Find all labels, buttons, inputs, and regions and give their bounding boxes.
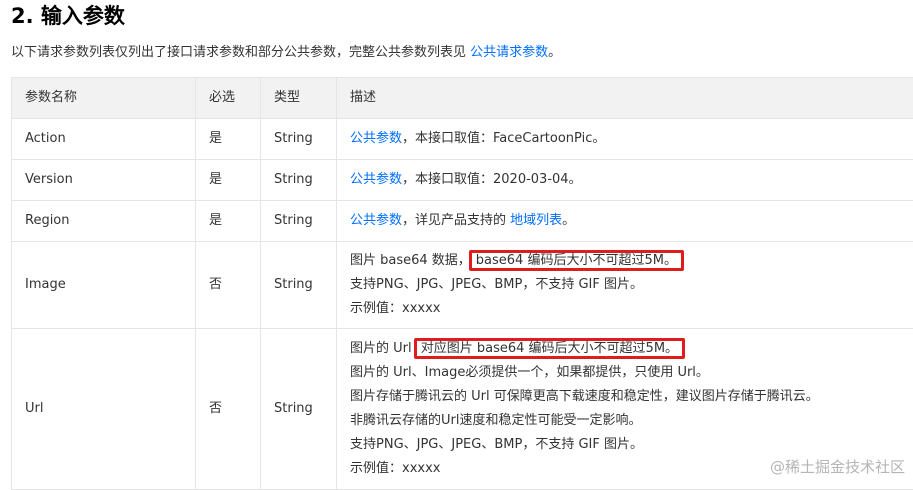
cell-description: 公共参数，本接口取值：FaceCartoonPic。 xyxy=(337,119,913,160)
cell-name: Region xyxy=(12,201,196,242)
watermark: @稀土掘金技术社区 xyxy=(770,456,905,477)
description-text: 图片的 Url xyxy=(350,341,416,356)
section-heading: 2. 输入参数 xyxy=(11,2,125,30)
public-params-link[interactable]: 公共请求参数 xyxy=(470,45,548,60)
highlighted-size-limit: base64 编码后大小不可超过5M。 xyxy=(469,250,684,271)
input-params-table: 参数名称 必选 类型 描述 Action 是 String 公共参数，本接口取值… xyxy=(11,77,913,490)
public-param-link[interactable]: 公共参数 xyxy=(350,172,402,187)
description-line: 图片存储于腾讯云的 Url 可保障更高下载速度和稳定性，建议图片存储于腾讯云。 xyxy=(350,385,913,409)
cell-name: Version xyxy=(12,160,196,201)
cell-type: String xyxy=(261,119,337,160)
table-row-action: Action 是 String 公共参数，本接口取值：FaceCartoonPi… xyxy=(12,119,913,160)
cell-required: 是 xyxy=(196,119,261,160)
header-required: 必选 xyxy=(196,78,261,119)
description-line: 非腾讯云存储的Url速度和稳定性可能受一定影响。 xyxy=(350,409,913,433)
cell-type: String xyxy=(261,160,337,201)
cell-type: String xyxy=(261,242,337,329)
description-line: 支持PNG、JPG、JPEG、BMP，不支持 GIF 图片。 xyxy=(350,273,913,297)
cell-type: String xyxy=(261,329,337,490)
table-row-region: Region 是 String 公共参数，详见产品支持的 地域列表。 xyxy=(12,201,913,242)
description-text: 图片 base64 数据， xyxy=(350,253,471,268)
cell-required: 是 xyxy=(196,201,261,242)
description-end: 。 xyxy=(562,213,575,228)
intro-text: 以下请求参数列表仅列出了接口请求参数和部分公共参数，完整公共参数列表见 xyxy=(11,45,470,60)
cell-name: Image xyxy=(12,242,196,329)
highlighted-size-limit: 对应图片 base64 编码后大小不可超过5M。 xyxy=(414,338,685,359)
public-param-link[interactable]: 公共参数 xyxy=(350,131,402,146)
cell-description: 公共参数，本接口取值：2020-03-04。 xyxy=(337,160,913,201)
intro-end: 。 xyxy=(548,45,561,60)
cell-required: 否 xyxy=(196,242,261,329)
description-text: ，本接口取值：2020-03-04。 xyxy=(402,172,582,187)
table-row-version: Version 是 String 公共参数，本接口取值：2020-03-04。 xyxy=(12,160,913,201)
header-param-name: 参数名称 xyxy=(12,78,196,119)
description-line: 图片的 Url 对应图片 base64 编码后大小不可超过5M。 xyxy=(350,337,913,361)
cell-required: 否 xyxy=(196,329,261,490)
public-param-link[interactable]: 公共参数 xyxy=(350,213,402,228)
cell-required: 是 xyxy=(196,160,261,201)
intro-paragraph: 以下请求参数列表仅列出了接口请求参数和部分公共参数，完整公共参数列表见 公共请求… xyxy=(11,44,561,62)
cell-description: 图片 base64 数据，base64 编码后大小不可超过5M。 支持PNG、J… xyxy=(337,242,913,329)
cell-name: Action xyxy=(12,119,196,160)
cell-description: 公共参数，详见产品支持的 地域列表。 xyxy=(337,201,913,242)
header-description: 描述 xyxy=(337,78,913,119)
description-text: ，本接口取值：FaceCartoonPic。 xyxy=(402,131,605,146)
table-header-row: 参数名称 必选 类型 描述 xyxy=(12,78,913,119)
description-line: 支持PNG、JPG、JPEG、BMP，不支持 GIF 图片。 xyxy=(350,433,913,457)
table-row-image: Image 否 String 图片 base64 数据，base64 编码后大小… xyxy=(12,242,913,329)
description-line: 图片的 Url、Image必须提供一个，如果都提供，只使用 Url。 xyxy=(350,361,913,385)
description-text: ，详见产品支持的 xyxy=(402,213,510,228)
region-list-link[interactable]: 地域列表 xyxy=(510,213,562,228)
cell-type: String xyxy=(261,201,337,242)
header-type: 类型 xyxy=(261,78,337,119)
cell-name: Url xyxy=(12,329,196,490)
description-line: 示例值：xxxxx xyxy=(350,297,913,321)
description-line: 图片 base64 数据，base64 编码后大小不可超过5M。 xyxy=(350,249,913,273)
